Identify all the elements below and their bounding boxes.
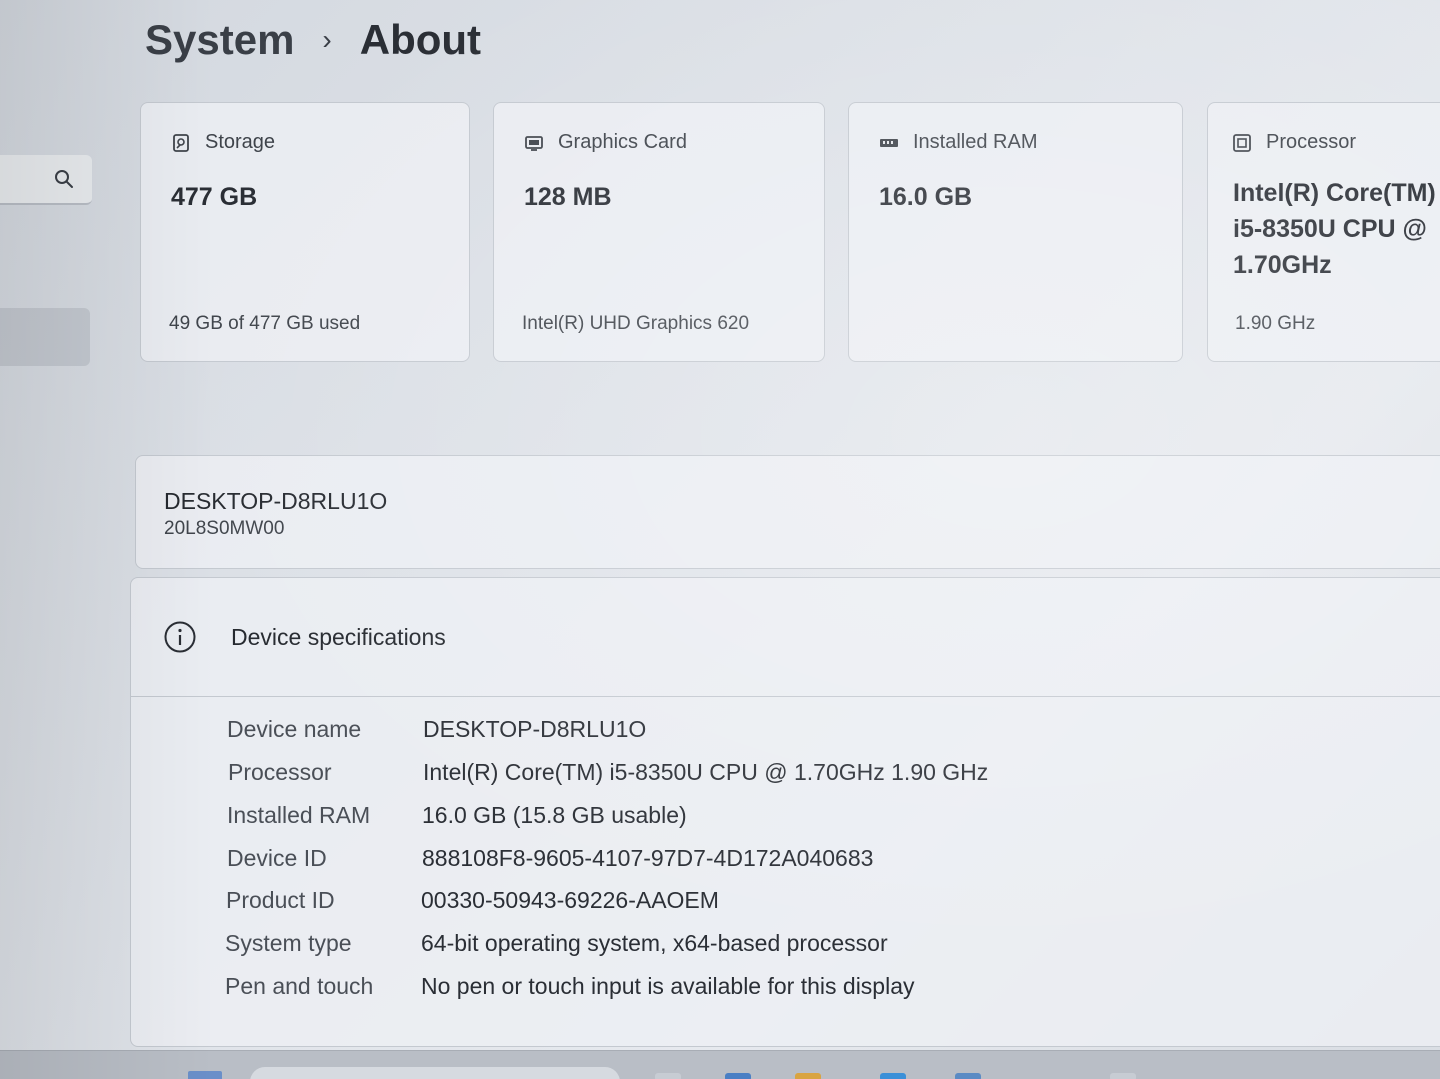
device-name: DESKTOP-D8RLU1O <box>164 488 388 514</box>
spec-label: System type <box>225 930 352 956</box>
spec-row-processor: Processor Intel(R) Core(TM) i5-8350U CPU… <box>131 759 1440 801</box>
graphics-card-header: Graphics Card <box>524 131 687 154</box>
spec-label: Pen and touch <box>225 973 374 999</box>
breadcrumb-parent[interactable]: System <box>145 16 294 64</box>
spec-row-system-type: System type 64-bit operating system, x64… <box>131 930 1440 972</box>
installed-ram-header: Installed RAM <box>879 131 1038 154</box>
device-name-row[interactable]: DESKTOP-D8RLU1O 20L8S0MW00 <box>135 455 1440 569</box>
spec-row-device-name: Device name DESKTOP-D8RLU1O <box>131 716 1440 758</box>
taskbar <box>0 1050 1440 1079</box>
graphics-card-label: Graphics Card <box>558 131 687 153</box>
taskbar-app-icon[interactable] <box>955 1073 981 1079</box>
spec-value: 16.0 GB (15.8 GB usable) <box>422 802 687 828</box>
graphics-card-sub: Intel(R) UHD Graphics 620 <box>522 313 750 334</box>
graphics-card-value: 128 MB <box>524 183 612 211</box>
processor-card-value-line: Intel(R) Core(TM) <box>1233 179 1436 207</box>
spec-row-pen-and-touch: Pen and touch No pen or touch input is a… <box>131 973 1440 1015</box>
taskbar-app-icon[interactable] <box>725 1073 751 1079</box>
graphics-card-icon <box>524 133 544 153</box>
taskbar-app-icon[interactable] <box>1110 1073 1136 1079</box>
taskbar-app-icon[interactable] <box>655 1073 681 1079</box>
storage-card-sub: 49 GB of 477 GB used <box>169 313 361 334</box>
search-icon[interactable] <box>54 169 74 189</box>
storage-icon <box>171 133 191 153</box>
spec-value: 64-bit operating system, x64-based proce… <box>421 930 888 956</box>
device-specifications-panel: Device specifications Device name DESKTO… <box>130 577 1440 1047</box>
processor-card-label: Processor <box>1266 131 1357 153</box>
ram-icon <box>879 133 899 153</box>
processor-card-header: Processor <box>1232 131 1356 154</box>
processor-card-value: Intel(R) Core(TM) i5-8350U CPU @ 1.70GHz <box>1233 175 1436 283</box>
spec-row-device-id: Device ID 888108F8-9605-4107-97D7-4D172A… <box>131 845 1440 887</box>
processor-card-sub: 1.90 GHz <box>1235 313 1316 334</box>
chevron-right-icon: › <box>322 24 332 55</box>
installed-ram-card[interactable]: Installed RAM 16.0 GB <box>848 102 1183 362</box>
taskbar-app-icon[interactable] <box>880 1073 906 1079</box>
storage-card-header: Storage <box>171 131 275 154</box>
sidebar-item-system[interactable] <box>0 308 90 366</box>
spec-label: Installed RAM <box>227 802 371 828</box>
storage-card-value: 477 GB <box>171 183 258 211</box>
spec-row-installed-ram: Installed RAM 16.0 GB (15.8 GB usable) <box>131 802 1440 844</box>
spec-label: Product ID <box>226 887 335 913</box>
installed-ram-value: 16.0 GB <box>879 183 973 211</box>
page-title: About <box>359 16 482 63</box>
taskbar-search[interactable] <box>250 1067 620 1079</box>
info-icon <box>163 620 197 654</box>
installed-ram-label: Installed RAM <box>913 131 1038 153</box>
spec-label: Device ID <box>227 845 327 871</box>
device-specifications-title: Device specifications <box>231 624 446 650</box>
processor-card[interactable]: Processor Intel(R) Core(TM) i5-8350U CPU… <box>1207 102 1440 362</box>
start-button[interactable] <box>188 1071 222 1079</box>
spec-row-product-id: Product ID 00330-50943-69226-AAOEM <box>131 887 1440 929</box>
spec-value: DESKTOP-D8RLU1O <box>423 716 647 742</box>
spec-label: Processor <box>228 759 332 785</box>
processor-icon <box>1232 133 1252 153</box>
processor-card-value-line: i5-8350U CPU @ <box>1233 215 1427 243</box>
settings-window: System › About Storage 477 GB 49 GB of 4… <box>0 0 1440 1079</box>
processor-card-value-line: 1.70GHz <box>1233 251 1332 279</box>
spec-value: Intel(R) Core(TM) i5-8350U CPU @ 1.70GHz… <box>423 759 989 785</box>
spec-value: No pen or touch input is available for t… <box>421 973 915 999</box>
sidebar-search-box[interactable] <box>0 155 92 205</box>
device-model: 20L8S0MW00 <box>164 518 285 539</box>
storage-card-label: Storage <box>205 131 276 153</box>
device-specifications-header[interactable]: Device specifications <box>131 578 1440 697</box>
graphics-card-card[interactable]: Graphics Card 128 MB Intel(R) UHD Graphi… <box>493 102 825 362</box>
spec-value: 00330-50943-69226-AAOEM <box>421 887 719 913</box>
breadcrumb: System › About <box>145 16 481 64</box>
taskbar-app-icon[interactable] <box>795 1073 821 1079</box>
storage-card[interactable]: Storage 477 GB 49 GB of 477 GB used <box>140 102 470 362</box>
spec-label: Device name <box>227 716 362 742</box>
spec-value: 888108F8-9605-4107-97D7-4D172A040683 <box>422 845 874 871</box>
